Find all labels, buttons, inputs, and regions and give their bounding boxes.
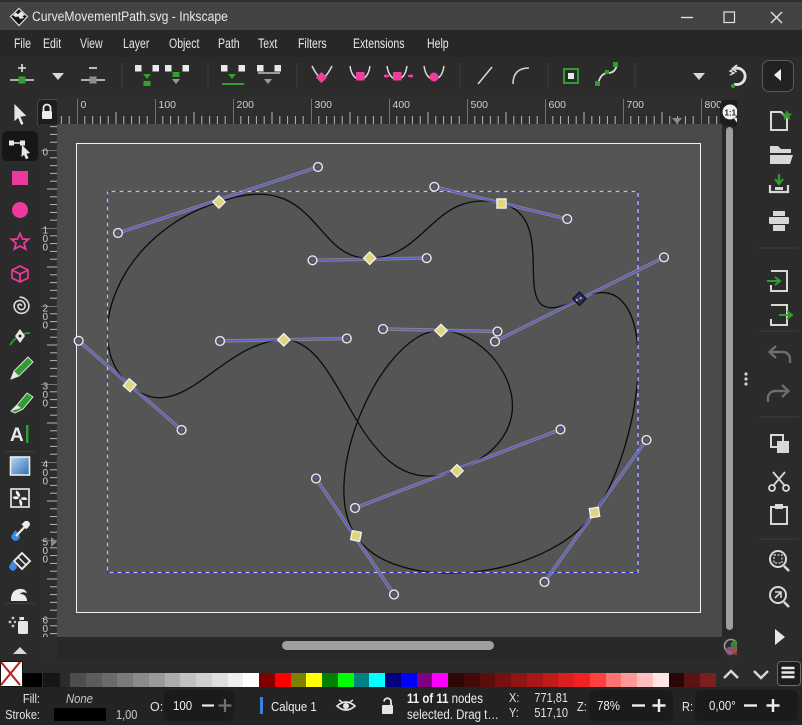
svg-text:700: 700	[627, 99, 645, 111]
svg-text:1:1: 1:1	[725, 109, 737, 118]
svg-text:400: 400	[393, 99, 411, 111]
svg-text:500: 500	[471, 99, 489, 111]
svg-text:100: 100	[159, 99, 177, 111]
svg-text:0: 0	[43, 148, 49, 159]
svg-text:300: 300	[315, 99, 333, 111]
svg-text:600: 600	[549, 99, 567, 111]
svg-text:A: A	[10, 425, 24, 446]
svg-text:0: 0	[43, 633, 49, 638]
svg-text:0: 0	[43, 243, 49, 254]
svg-text:0: 0	[43, 477, 49, 488]
svg-text:0: 0	[43, 321, 49, 332]
svg-text:0: 0	[43, 399, 49, 410]
svg-text:200: 200	[237, 99, 255, 111]
svg-text:0: 0	[43, 555, 49, 566]
svg-text:0: 0	[81, 99, 87, 111]
